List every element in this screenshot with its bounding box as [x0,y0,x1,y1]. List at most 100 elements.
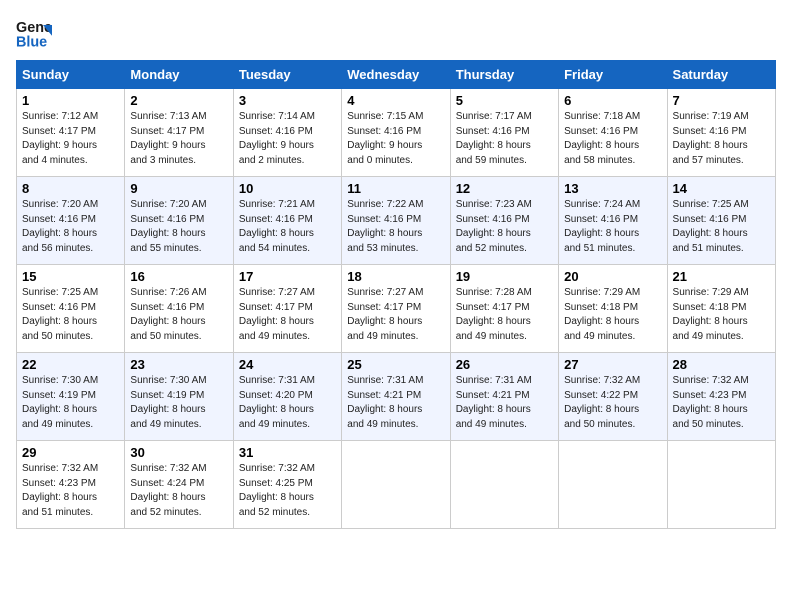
cell-info: Sunrise: 7:31 AMSunset: 4:21 PMDaylight:… [456,374,553,432]
day-number: 16 [130,269,227,284]
cell-info: Sunrise: 7:20 AMSunset: 4:16 PMDaylight:… [22,198,119,256]
calendar-cell: 28 Sunrise: 7:32 AMSunset: 4:23 PMDayligh… [667,353,775,441]
cell-info: Sunrise: 7:31 AMSunset: 4:21 PMDaylight:… [347,374,444,432]
day-number: 29 [22,445,119,460]
calendar-header-sunday: Sunday [17,61,125,89]
day-number: 2 [130,93,227,108]
day-number: 21 [673,269,770,284]
day-number: 7 [673,93,770,108]
cell-info: Sunrise: 7:20 AMSunset: 4:16 PMDaylight:… [130,198,227,256]
cell-info: Sunrise: 7:19 AMSunset: 4:16 PMDaylight:… [673,110,770,168]
day-number: 14 [673,181,770,196]
calendar-week-3: 15 Sunrise: 7:25 AMSunset: 4:16 PMDayligh… [17,265,776,353]
cell-info: Sunrise: 7:28 AMSunset: 4:17 PMDaylight:… [456,286,553,344]
calendar-header-saturday: Saturday [667,61,775,89]
calendar-week-4: 22 Sunrise: 7:30 AMSunset: 4:19 PMDayligh… [17,353,776,441]
cell-info: Sunrise: 7:32 AMSunset: 4:25 PMDaylight:… [239,462,336,520]
day-number: 9 [130,181,227,196]
day-number: 18 [347,269,444,284]
calendar-cell: 7 Sunrise: 7:19 AMSunset: 4:16 PMDaylight… [667,89,775,177]
day-number: 27 [564,357,661,372]
calendar-cell: 16 Sunrise: 7:26 AMSunset: 4:16 PMDayligh… [125,265,233,353]
cell-info: Sunrise: 7:30 AMSunset: 4:19 PMDaylight:… [130,374,227,432]
calendar-header-friday: Friday [559,61,667,89]
calendar-cell [450,441,558,529]
calendar-cell: 20 Sunrise: 7:29 AMSunset: 4:18 PMDayligh… [559,265,667,353]
cell-info: Sunrise: 7:29 AMSunset: 4:18 PMDaylight:… [673,286,770,344]
day-number: 20 [564,269,661,284]
calendar-cell: 29Sunrise: 7:32 AMSunset: 4:23 PMDayligh… [17,441,125,529]
cell-info: Sunrise: 7:18 AMSunset: 4:16 PMDaylight:… [564,110,661,168]
day-number: 26 [456,357,553,372]
calendar-cell: 24Sunrise: 7:31 AMSunset: 4:20 PMDayligh… [233,353,341,441]
cell-info: Sunrise: 7:25 AMSunset: 4:16 PMDaylight:… [673,198,770,256]
day-number: 6 [564,93,661,108]
calendar-cell: 14 Sunrise: 7:25 AMSunset: 4:16 PMDayligh… [667,177,775,265]
calendar-header-tuesday: Tuesday [233,61,341,89]
calendar-header-row: SundayMondayTuesdayWednesdayThursdayFrid… [17,61,776,89]
calendar-table: SundayMondayTuesdayWednesdayThursdayFrid… [16,60,776,529]
logo-icon: General Blue [16,16,52,52]
calendar-cell: 10 Sunrise: 7:21 AMSunset: 4:16 PMDayligh… [233,177,341,265]
calendar-cell: 12Sunrise: 7:23 AMSunset: 4:16 PMDayligh… [450,177,558,265]
cell-info: Sunrise: 7:21 AMSunset: 4:16 PMDaylight:… [239,198,336,256]
cell-info: Sunrise: 7:32 AMSunset: 4:23 PMDaylight:… [673,374,770,432]
calendar-body: 1Sunrise: 7:12 AMSunset: 4:17 PMDaylight… [17,89,776,529]
calendar-cell: 23 Sunrise: 7:30 AMSunset: 4:19 PMDayligh… [125,353,233,441]
calendar-header-wednesday: Wednesday [342,61,450,89]
cell-info: Sunrise: 7:31 AMSunset: 4:20 PMDaylight:… [239,374,336,432]
day-number: 8 [22,181,119,196]
cell-info: Sunrise: 7:32 AMSunset: 4:24 PMDaylight:… [130,462,227,520]
day-number: 30 [130,445,227,460]
calendar-cell: 30 Sunrise: 7:32 AMSunset: 4:24 PMDayligh… [125,441,233,529]
calendar-cell: 21 Sunrise: 7:29 AMSunset: 4:18 PMDayligh… [667,265,775,353]
calendar-cell: 15 Sunrise: 7:25 AMSunset: 4:16 PMDayligh… [17,265,125,353]
day-number: 10 [239,181,336,196]
day-number: 4 [347,93,444,108]
cell-info: Sunrise: 7:26 AMSunset: 4:16 PMDaylight:… [130,286,227,344]
calendar-cell: 3Sunrise: 7:14 AMSunset: 4:16 PMDaylight… [233,89,341,177]
day-number: 25 [347,357,444,372]
calendar-cell: 17Sunrise: 7:27 AMSunset: 4:17 PMDayligh… [233,265,341,353]
calendar-cell: 9 Sunrise: 7:20 AMSunset: 4:16 PMDaylight… [125,177,233,265]
cell-info: Sunrise: 7:17 AMSunset: 4:16 PMDaylight:… [456,110,553,168]
day-number: 19 [456,269,553,284]
calendar-cell: 31 Sunrise: 7:32 AMSunset: 4:25 PMDayligh… [233,441,341,529]
day-number: 1 [22,93,119,108]
day-number: 22 [22,357,119,372]
cell-info: Sunrise: 7:13 AMSunset: 4:17 PMDaylight:… [130,110,227,168]
page-header: General Blue [16,16,776,52]
calendar-cell [559,441,667,529]
cell-info: Sunrise: 7:29 AMSunset: 4:18 PMDaylight:… [564,286,661,344]
calendar-week-2: 8 Sunrise: 7:20 AMSunset: 4:16 PMDaylight… [17,177,776,265]
calendar-cell: 11 Sunrise: 7:22 AMSunset: 4:16 PMDayligh… [342,177,450,265]
calendar-cell: 6 Sunrise: 7:18 AMSunset: 4:16 PMDaylight… [559,89,667,177]
cell-info: Sunrise: 7:22 AMSunset: 4:16 PMDaylight:… [347,198,444,256]
day-number: 28 [673,357,770,372]
day-number: 15 [22,269,119,284]
calendar-cell: 1Sunrise: 7:12 AMSunset: 4:17 PMDaylight… [17,89,125,177]
calendar-header-monday: Monday [125,61,233,89]
calendar-week-5: 29Sunrise: 7:32 AMSunset: 4:23 PMDayligh… [17,441,776,529]
calendar-cell: 25 Sunrise: 7:31 AMSunset: 4:21 PMDayligh… [342,353,450,441]
day-number: 13 [564,181,661,196]
calendar-cell: 8 Sunrise: 7:20 AMSunset: 4:16 PMDaylight… [17,177,125,265]
day-number: 23 [130,357,227,372]
calendar-week-1: 1Sunrise: 7:12 AMSunset: 4:17 PMDaylight… [17,89,776,177]
calendar-header-thursday: Thursday [450,61,558,89]
cell-info: Sunrise: 7:32 AMSunset: 4:22 PMDaylight:… [564,374,661,432]
day-number: 31 [239,445,336,460]
day-number: 11 [347,181,444,196]
logo: General Blue [16,16,52,52]
day-number: 5 [456,93,553,108]
calendar-cell: 22 Sunrise: 7:30 AMSunset: 4:19 PMDayligh… [17,353,125,441]
calendar-cell: 18Sunrise: 7:27 AMSunset: 4:17 PMDayligh… [342,265,450,353]
cell-info: Sunrise: 7:30 AMSunset: 4:19 PMDaylight:… [22,374,119,432]
calendar-cell: 27 Sunrise: 7:32 AMSunset: 4:22 PMDayligh… [559,353,667,441]
cell-info: Sunrise: 7:25 AMSunset: 4:16 PMDaylight:… [22,286,119,344]
calendar-cell: 19 Sunrise: 7:28 AMSunset: 4:17 PMDayligh… [450,265,558,353]
svg-text:Blue: Blue [16,35,47,51]
calendar-cell: 13Sunrise: 7:24 AMSunset: 4:16 PMDayligh… [559,177,667,265]
day-number: 3 [239,93,336,108]
day-number: 12 [456,181,553,196]
